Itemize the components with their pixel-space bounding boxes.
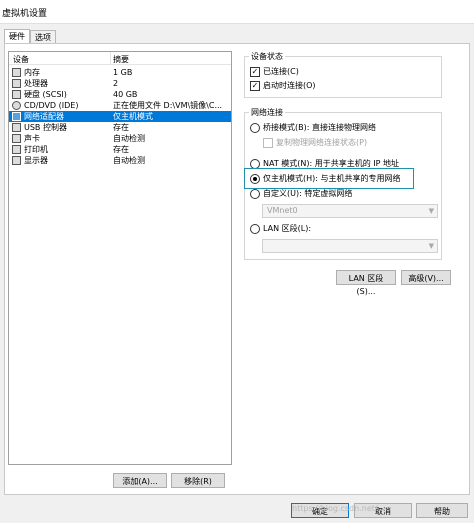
connected-checkbox[interactable]: ✓ [250, 67, 260, 77]
usb-icon [12, 123, 21, 132]
device-name: 网络适配器 [24, 112, 64, 121]
bridged-radio[interactable] [250, 123, 260, 133]
connect-at-power-on-checkbox[interactable]: ✓ [250, 81, 260, 91]
device-summary: 自动检测 [113, 156, 145, 165]
device-name: 硬盘 (SCSI) [24, 90, 67, 99]
device-list[interactable]: 设备 摘要 内存 1 GB 处理器 2 硬盘 (SCSI) 40 GB CD/D… [8, 51, 232, 465]
custom-vmnet-value: VMnet0 [267, 206, 298, 215]
device-name: 内存 [24, 68, 40, 77]
device-row-sound[interactable]: 声卡 自动检测 [9, 133, 231, 144]
help-button[interactable]: 帮助 [416, 503, 468, 518]
harddisk-icon [12, 90, 21, 99]
device-name: 显示器 [24, 156, 48, 165]
remove-device-button[interactable]: 移除(R) [171, 473, 225, 488]
cpu-icon [12, 79, 21, 88]
memory-icon [12, 68, 21, 77]
printer-icon [12, 145, 21, 154]
lan-segment-select[interactable]: ▼ [262, 239, 438, 253]
device-row-processor[interactable]: 处理器 2 [9, 78, 231, 89]
device-summary: 存在 [113, 145, 129, 154]
device-name: CD/DVD (IDE) [24, 101, 79, 110]
device-summary: 2 [113, 79, 119, 88]
device-name: USB 控制器 [24, 123, 67, 132]
connect-at-power-on-label[interactable]: 启动时连接(O) [263, 81, 316, 91]
lan-segment-label[interactable]: LAN 区段(L): [263, 224, 311, 234]
watermark-text: https://blog.csdn.net/... [292, 504, 386, 513]
connected-label[interactable]: 已连接(C) [263, 67, 299, 77]
replicate-state-checkbox[interactable] [263, 138, 273, 148]
device-status-group: 设备状态 [244, 52, 442, 98]
chevron-down-icon: ▼ [428, 207, 434, 215]
custom-radio[interactable] [250, 189, 260, 199]
bridged-label[interactable]: 桥接模式(B): 直接连接物理网络 [263, 123, 376, 133]
device-name: 声卡 [24, 134, 40, 143]
lan-segments-button[interactable]: LAN 区段(S)... [336, 270, 396, 296]
title-bar: 虚拟机设置 [0, 0, 474, 24]
advanced-button[interactable]: 高级(V)... [401, 270, 451, 285]
custom-vmnet-select[interactable]: VMnet0 ▼ [262, 204, 438, 218]
device-name: 处理器 [24, 79, 48, 88]
device-row-display[interactable]: 显示器 自动检测 [9, 155, 231, 166]
add-device-button[interactable]: 添加(A)... [113, 473, 167, 488]
device-summary: 40 GB [113, 90, 138, 99]
cdrom-icon [12, 101, 21, 110]
device-row-harddisk[interactable]: 硬盘 (SCSI) 40 GB [9, 89, 231, 100]
device-row-printer[interactable]: 打印机 存在 [9, 144, 231, 155]
tab-hardware[interactable]: 硬件 [4, 29, 30, 44]
device-row-network-adapter[interactable]: 网络适配器 仅主机模式 [9, 111, 231, 122]
custom-label[interactable]: 自定义(U): 特定虚拟网络 [263, 189, 352, 199]
column-separator [110, 52, 111, 65]
device-name: 打印机 [24, 145, 48, 154]
window-title: 虚拟机设置 [2, 6, 48, 19]
device-list-header: 设备 摘要 [9, 52, 231, 65]
speaker-icon [12, 134, 21, 143]
replicate-state-label[interactable]: 复制物理网络连接状态(P) [276, 138, 367, 148]
device-row-memory[interactable]: 内存 1 GB [9, 67, 231, 78]
column-header-device[interactable]: 设备 [13, 54, 29, 65]
network-icon [12, 112, 21, 121]
monitor-icon [12, 156, 21, 165]
column-header-summary[interactable]: 摘要 [113, 54, 129, 65]
device-summary: 自动检测 [113, 134, 145, 143]
device-summary: 正在使用文件 D:\VM\镜像\C... [113, 101, 223, 110]
device-summary: 存在 [113, 123, 129, 132]
tab-options[interactable]: 选项 [30, 30, 56, 44]
device-summary: 1 GB [113, 68, 133, 77]
device-summary: 仅主机模式 [113, 112, 153, 121]
device-status-title: 设备状态 [249, 52, 285, 61]
annotation-highlight-box [244, 168, 414, 189]
chevron-down-icon: ▼ [428, 242, 434, 250]
device-row-usb[interactable]: USB 控制器 存在 [9, 122, 231, 133]
lan-segment-radio[interactable] [250, 224, 260, 234]
device-row-cdrom[interactable]: CD/DVD (IDE) 正在使用文件 D:\VM\镜像\C... [9, 100, 231, 111]
network-connection-title: 网络连接 [249, 108, 285, 117]
